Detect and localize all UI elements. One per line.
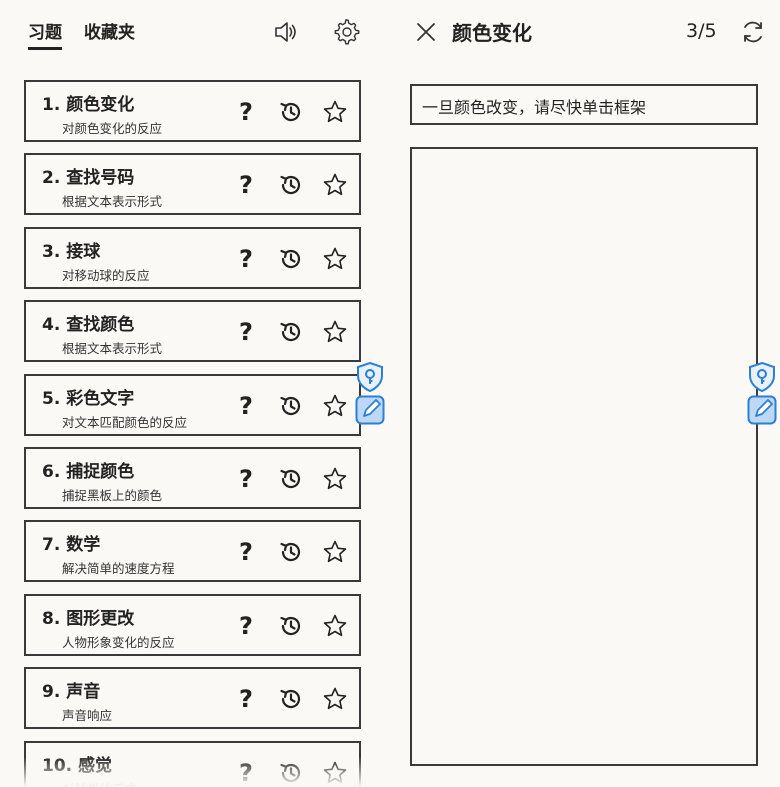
exercise-card-subtitle: 人物形象变化的反应	[62, 634, 175, 650]
exercise-card-title: 6. 捕捉颜色	[42, 461, 135, 482]
exercise-list-pane: 习题 收藏夹 1. 颜色变化 对颜色变化的反应? 2. 查找号码 根据文本表示形式? 3…	[0, 0, 390, 787]
exercise-card-subtitle: 声音响应	[62, 708, 113, 724]
exercise-card-subtitle: 对文本匹配颜色的反应	[62, 414, 188, 430]
help-button[interactable]: ?	[231, 611, 261, 641]
star-icon[interactable]	[320, 244, 350, 274]
exercise-card[interactable]: 2. 查找号码根据文本表示形式?	[24, 153, 361, 216]
gear-icon[interactable]	[332, 18, 360, 46]
star-icon[interactable]	[320, 317, 350, 347]
exercise-card-title: 3. 接球	[42, 241, 101, 262]
history-icon[interactable]	[276, 317, 306, 347]
instruction-box: 一旦颜色改变，请尽快单击框架	[410, 84, 758, 125]
floating-tools-right	[747, 361, 777, 425]
reaction-frame[interactable]	[410, 147, 758, 766]
history-icon[interactable]	[276, 464, 306, 494]
exercise-card[interactable]: 6. 捕捉颜色捕捉黑板上的颜色?	[24, 446, 361, 509]
exercise-card[interactable]: 8. 图形更改人物形象变化的反应?	[24, 593, 361, 656]
exercise-card-title: 1. 颜色变化	[42, 95, 135, 115]
history-icon[interactable]	[276, 611, 306, 641]
history-icon[interactable]	[276, 97, 306, 127]
star-icon[interactable]	[320, 611, 350, 641]
history-icon[interactable]	[276, 684, 306, 714]
history-icon[interactable]	[276, 391, 306, 421]
exercise-card[interactable]: 7. 数学解决简单的速度方程?	[24, 520, 361, 583]
close-icon[interactable]	[414, 20, 438, 44]
help-button[interactable]: ?	[231, 537, 261, 567]
tab-favorites[interactable]: 收藏夹	[84, 18, 135, 50]
exercise-card[interactable]: 4. 查找颜色根据文本表示形式?	[24, 300, 361, 363]
star-icon[interactable]	[320, 391, 350, 421]
speaker-icon[interactable]	[272, 18, 300, 46]
history-icon[interactable]	[276, 244, 306, 274]
help-button[interactable]: ?	[231, 758, 261, 787]
star-icon[interactable]	[320, 170, 350, 200]
help-button[interactable]: ?	[231, 317, 261, 347]
help-button[interactable]: ?	[231, 170, 261, 200]
tab-exercises[interactable]: 习题	[28, 18, 62, 50]
exercise-card-title: 5. 彩色文字	[42, 388, 135, 409]
exercise-title: 颜色变化	[452, 21, 532, 45]
exercise-card-title: 7. 数学	[42, 535, 101, 556]
history-icon[interactable]	[276, 170, 306, 200]
help-button[interactable]: ?	[231, 464, 261, 494]
shield-lock-icon[interactable]	[355, 361, 385, 393]
exercise-detail-pane: 颜色变化 3/5 一旦颜色改变，请尽快单击框架	[390, 0, 780, 787]
exercise-card-subtitle: 根据文本表示形式	[62, 341, 163, 357]
exercise-list: 1. 颜色变化 对颜色变化的反应? 2. 查找号码 根据文本表示形式? 3. 接球 对移动…	[24, 80, 362, 787]
floating-tools-left	[355, 361, 385, 425]
exercise-card-subtitle: 对移动球的反应	[62, 267, 150, 283]
help-button[interactable]: ?	[231, 244, 261, 274]
exercise-card-title: 8. 图形更改	[42, 608, 135, 629]
edit-note-icon[interactable]	[747, 395, 777, 425]
exercise-card-title: 9. 声音	[42, 682, 101, 703]
help-button[interactable]: ?	[231, 97, 261, 127]
progress-counter: 3/5	[686, 20, 717, 42]
shield-lock-icon[interactable]	[747, 361, 777, 393]
exercise-card[interactable]: 10. 感觉对触觉的反应?	[24, 740, 361, 787]
help-button[interactable]: ?	[231, 684, 261, 714]
history-icon[interactable]	[276, 537, 306, 567]
star-icon[interactable]	[320, 684, 350, 714]
exercise-card-title: 2. 查找号码	[42, 168, 135, 189]
exercise-card-subtitle: 捕捉黑板上的颜色	[62, 487, 163, 503]
exercise-card[interactable]: 9. 声音声音响应?	[24, 667, 361, 730]
exercise-card[interactable]: 1. 颜色变化对颜色变化的反应?	[24, 80, 361, 142]
exercise-card-subtitle: 根据文本表示形式	[62, 194, 163, 210]
edit-note-icon[interactable]	[355, 395, 385, 425]
history-icon[interactable]	[276, 758, 306, 787]
star-icon[interactable]	[320, 758, 350, 787]
star-icon[interactable]	[320, 97, 350, 127]
star-icon[interactable]	[320, 537, 350, 567]
exercise-card-subtitle: 解决简单的速度方程	[62, 561, 175, 577]
exercise-card[interactable]: 5. 彩色文字对文本匹配颜色的反应?	[24, 373, 361, 436]
exercise-card-title: 4. 查找颜色	[42, 315, 135, 336]
exercise-card[interactable]: 3. 接球对移动球的反应?	[24, 226, 361, 289]
star-icon[interactable]	[320, 464, 350, 494]
exercise-card-title: 10. 感觉	[42, 755, 113, 776]
tab-bar: 习题 收藏夹	[28, 18, 135, 50]
exercise-card-subtitle: 对触觉的反应	[62, 779, 137, 787]
refresh-icon[interactable]	[740, 19, 766, 45]
exercise-card-subtitle: 对颜色变化的反应	[62, 121, 163, 136]
help-button[interactable]: ?	[231, 391, 261, 421]
